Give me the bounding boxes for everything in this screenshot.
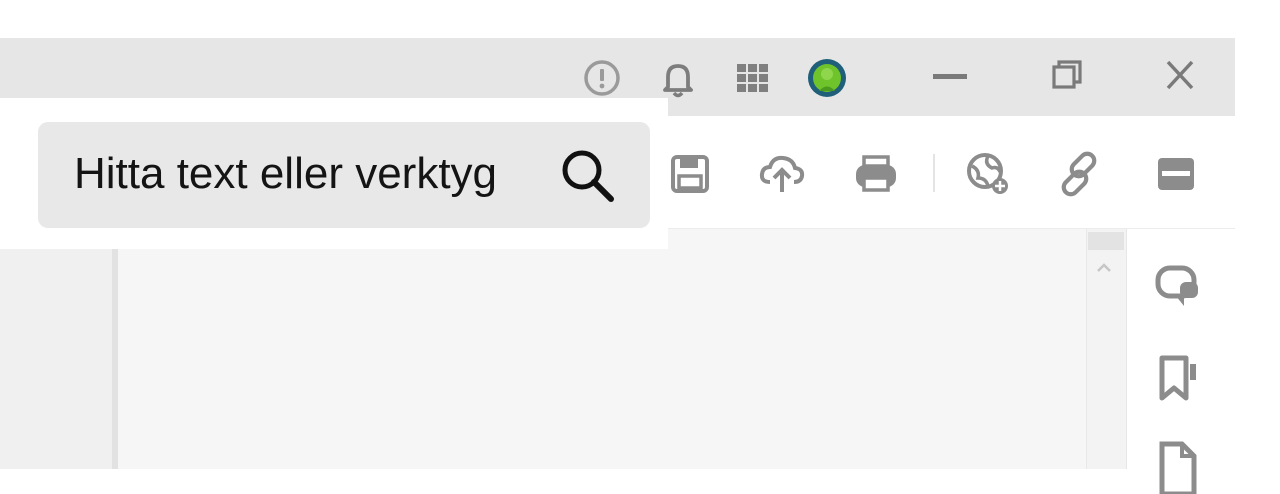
minimize-icon[interactable]: [923, 52, 979, 100]
page-icon[interactable]: [1150, 438, 1206, 494]
mail-icon[interactable]: [1150, 148, 1202, 200]
scroll-up-icon[interactable]: [1092, 256, 1116, 280]
bookmark-icon[interactable]: [1150, 350, 1206, 406]
help-icon[interactable]: [580, 56, 624, 100]
document-area[interactable]: [118, 229, 1086, 469]
toolbar-separator: [933, 154, 935, 192]
comment-icon[interactable]: [1150, 260, 1206, 316]
print-icon[interactable]: [850, 148, 902, 200]
save-icon[interactable]: [664, 148, 716, 200]
left-panel: [0, 249, 112, 469]
bell-icon[interactable]: [656, 56, 700, 100]
upload-cloud-icon[interactable]: [756, 148, 808, 200]
link-icon[interactable]: [1056, 148, 1108, 200]
restore-icon[interactable]: [1040, 52, 1096, 100]
search-placeholder[interactable]: Hitta text eller verktyg: [74, 146, 497, 202]
scrollbar-top-cap: [1088, 232, 1124, 250]
search-icon[interactable]: [556, 144, 620, 208]
close-icon[interactable]: [1152, 52, 1208, 100]
globe-share-icon[interactable]: [962, 148, 1014, 200]
profile-avatar[interactable]: [805, 56, 849, 100]
apps-grid-icon[interactable]: [731, 56, 775, 100]
